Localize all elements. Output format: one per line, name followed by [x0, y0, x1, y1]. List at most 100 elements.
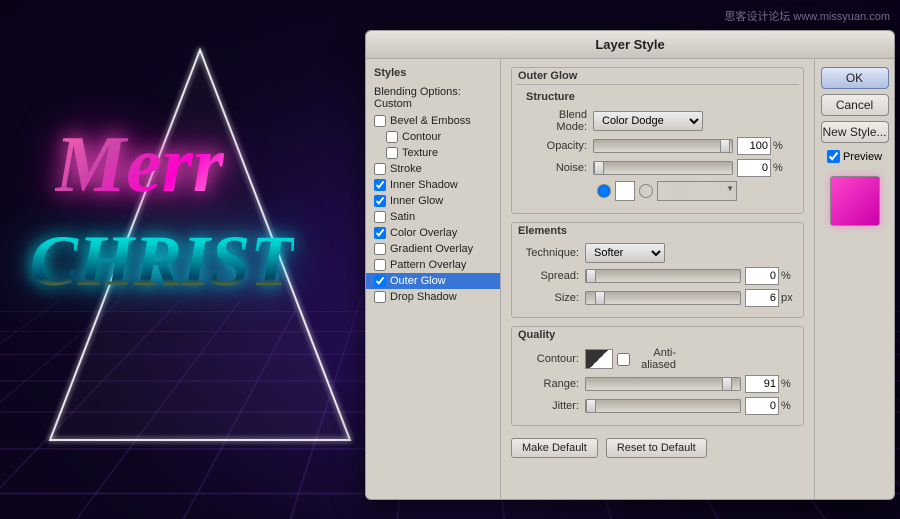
opacity-slider[interactable]: [593, 139, 733, 153]
blend-mode-dropdown[interactable]: Color Dodge Normal Screen: [593, 111, 703, 131]
style-item-color-overlay[interactable]: Color Overlay: [366, 225, 500, 241]
preview-label: Preview: [843, 151, 882, 163]
texture-checkbox[interactable]: [386, 147, 398, 159]
range-row: Range: %: [520, 375, 795, 393]
contour-checkbox[interactable]: [386, 131, 398, 143]
contour-thumbnail[interactable]: [585, 349, 613, 369]
watermark: 思客设计论坛 www.missyuan.com: [724, 8, 890, 24]
jitter-row: Jitter: %: [520, 397, 795, 415]
drop-shadow-checkbox[interactable]: [374, 291, 386, 303]
preview-swatch: [830, 176, 880, 226]
satin-checkbox[interactable]: [374, 211, 386, 223]
technique-label: Technique:: [520, 247, 585, 259]
make-default-button[interactable]: Make Default: [511, 438, 598, 458]
style-item-inner-glow[interactable]: Inner Glow: [366, 193, 500, 209]
contour-row: Contour: Anti-aliased: [520, 347, 795, 371]
noise-input[interactable]: [737, 159, 771, 177]
noise-unit: %: [771, 162, 787, 174]
style-item-contour[interactable]: Contour: [366, 129, 500, 145]
opacity-row: Opacity: %: [528, 137, 787, 155]
inner-glow-checkbox[interactable]: [374, 195, 386, 207]
gradient-overlay-checkbox[interactable]: [374, 243, 386, 255]
style-item-gradient-overlay[interactable]: Gradient Overlay: [366, 241, 500, 257]
inner-shadow-checkbox[interactable]: [374, 179, 386, 191]
color-swatch-white[interactable]: [615, 181, 635, 201]
cancel-button[interactable]: Cancel: [821, 94, 889, 116]
main-content: Outer Glow Structure Blend Mode: Color D…: [501, 59, 814, 499]
ok-button[interactable]: OK: [821, 67, 889, 89]
structure-content: Blend Mode: Color Dodge Normal Screen Op…: [520, 105, 795, 211]
preview-checkbox-row[interactable]: Preview: [827, 150, 882, 163]
opacity-unit: %: [771, 140, 787, 152]
style-item-bevel[interactable]: Bevel & Emboss: [366, 113, 500, 129]
elements-section: Elements Technique: Softer Precise Sprea…: [511, 222, 804, 318]
style-item-inner-shadow[interactable]: Inner Shadow: [366, 177, 500, 193]
jitter-input[interactable]: [745, 397, 779, 415]
spread-thumb: [586, 269, 596, 283]
noise-thumb: [594, 161, 604, 175]
jitter-slider[interactable]: [585, 399, 741, 413]
dialog-title: Layer Style: [366, 31, 894, 59]
pattern-overlay-checkbox[interactable]: [374, 259, 386, 271]
opacity-thumb: [720, 139, 730, 153]
size-label: Size:: [520, 292, 585, 304]
dialog-body: Styles Blending Options: Custom Bevel & …: [366, 59, 894, 499]
jitter-unit: %: [779, 400, 795, 412]
styles-panel: Styles Blending Options: Custom Bevel & …: [366, 59, 501, 499]
range-unit: %: [779, 378, 795, 390]
spread-row: Spread: %: [520, 267, 795, 285]
anti-aliased-label[interactable]: Anti-aliased: [617, 347, 682, 371]
spread-slider[interactable]: [585, 269, 741, 283]
noise-row: Noise: %: [528, 159, 787, 177]
opacity-input[interactable]: [737, 137, 771, 155]
range-input[interactable]: [745, 375, 779, 393]
gradient-swatch[interactable]: [657, 181, 737, 201]
technique-dropdown[interactable]: Softer Precise: [585, 243, 665, 263]
size-unit: px: [779, 292, 795, 304]
style-item-pattern-overlay[interactable]: Pattern Overlay: [366, 257, 500, 273]
quality-title: Quality: [512, 327, 803, 343]
structure-title: Structure: [520, 89, 795, 105]
blend-mode-label: Blend Mode:: [528, 109, 593, 133]
noise-label: Noise:: [528, 162, 593, 174]
new-style-button[interactable]: New Style...: [821, 121, 889, 143]
size-thumb: [595, 291, 605, 305]
bottom-buttons: Make Default Reset to Default: [511, 434, 804, 462]
color-overlay-checkbox[interactable]: [374, 227, 386, 239]
styles-list: Bevel & Emboss Contour Texture Stroke In…: [366, 113, 500, 305]
color-radio-filled[interactable]: [597, 184, 611, 198]
color-row: [528, 181, 787, 201]
spread-input[interactable]: [745, 267, 779, 285]
spread-label: Spread:: [520, 270, 585, 282]
quality-section: Quality Contour: Anti-aliased R: [511, 326, 804, 426]
size-input[interactable]: [745, 289, 779, 307]
opacity-label: Opacity:: [528, 140, 593, 152]
style-item-satin[interactable]: Satin: [366, 209, 500, 225]
range-thumb: [722, 377, 732, 391]
style-item-texture[interactable]: Texture: [366, 145, 500, 161]
blend-mode-row: Blend Mode: Color Dodge Normal Screen: [528, 109, 787, 133]
color-radio-outline[interactable]: [639, 184, 653, 198]
style-item-outer-glow[interactable]: Outer Glow: [366, 273, 500, 289]
size-slider[interactable]: [585, 291, 741, 305]
stroke-checkbox[interactable]: [374, 163, 386, 175]
size-row: Size: px: [520, 289, 795, 307]
contour-label: Contour:: [520, 353, 585, 365]
range-slider[interactable]: [585, 377, 741, 391]
technique-row: Technique: Softer Precise: [520, 243, 795, 263]
outer-glow-checkbox[interactable]: [374, 275, 386, 287]
christmas-text: CHRIST: [30, 220, 294, 303]
quality-content: Contour: Anti-aliased Range:: [512, 343, 803, 425]
spread-unit: %: [779, 270, 795, 282]
reset-default-button[interactable]: Reset to Default: [606, 438, 707, 458]
range-label: Range:: [520, 378, 585, 390]
blending-options-item[interactable]: Blending Options: Custom: [366, 83, 500, 113]
bevel-checkbox[interactable]: [374, 115, 386, 127]
anti-aliased-checkbox[interactable]: [617, 353, 630, 366]
noise-slider[interactable]: [593, 161, 733, 175]
style-item-drop-shadow[interactable]: Drop Shadow: [366, 289, 500, 305]
preview-checkbox[interactable]: [827, 150, 840, 163]
style-item-stroke[interactable]: Stroke: [366, 161, 500, 177]
outer-glow-section: Outer Glow Structure Blend Mode: Color D…: [511, 67, 804, 214]
styles-header: Styles: [366, 65, 500, 83]
